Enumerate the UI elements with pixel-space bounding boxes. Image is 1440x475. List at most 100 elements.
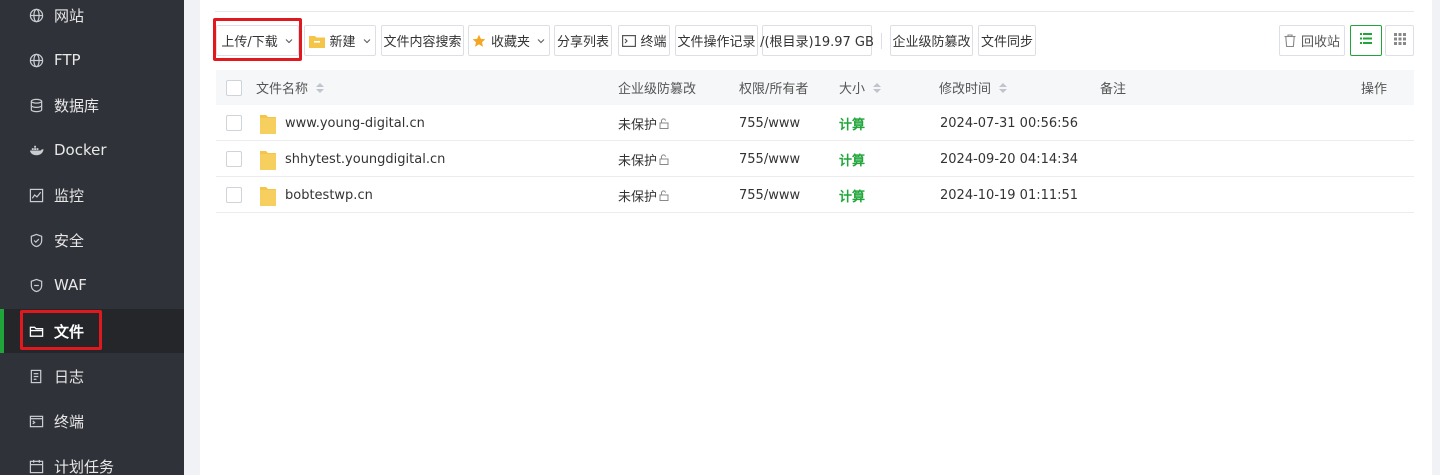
calculate-size-link[interactable]: 计算 (839, 186, 865, 205)
sidebar-item-label: 文件 (54, 322, 85, 341)
table-header: 文件名称 企业级防篡改 权限/所有者 大小 修改时间 备注 操作 (216, 70, 1414, 105)
chevron-down-icon (362, 36, 372, 46)
sidebar-item-monitor[interactable]: 监控 (0, 173, 184, 217)
upload-download-button[interactable]: 上传/下载 (216, 25, 299, 56)
unlock-icon (658, 189, 669, 201)
tamper-status: 未保护 (618, 189, 658, 205)
sort-icon (999, 82, 1008, 93)
column-header-note: 备注 (1100, 70, 1126, 105)
column-header-label: 大小 (839, 82, 866, 97)
favorites-button[interactable]: 收藏夹 (468, 25, 550, 56)
folder-icon (260, 185, 276, 206)
column-header-tamper: 企业级防篡改 (618, 70, 696, 105)
sidebar-item-logs[interactable]: 日志 (0, 354, 184, 398)
upload-download-label: 上传/下载 (221, 35, 278, 50)
globe-icon (28, 7, 44, 23)
select-all-checkbox[interactable] (226, 80, 242, 96)
column-header-label: 操作 (1361, 82, 1388, 97)
grid-view-icon (1393, 32, 1406, 49)
chevron-down-icon (536, 36, 546, 46)
tamper-status-cell[interactable]: 未保护 (618, 177, 669, 213)
terminal-label: 终端 (640, 35, 667, 50)
trash-icon (1284, 34, 1296, 47)
column-header-label: 权限/所有者 (739, 82, 809, 97)
disk-info-button[interactable]: /(根目录)19.97 GB (760, 25, 874, 56)
permission-cell[interactable]: 755/www (739, 177, 800, 213)
size-cell: 计算 (839, 177, 865, 213)
row-checkbox[interactable] (226, 115, 242, 131)
calculate-size-link[interactable]: 计算 (839, 150, 865, 169)
sidebar: 网站 FTP 数据库 Docker 监控 安全 WAF 文件 日志 终端 计划任… (0, 0, 184, 475)
sidebar-item-label: 日志 (54, 367, 85, 386)
operation-log-button[interactable]: 文件操作记录 (675, 25, 758, 56)
mtime-cell: 2024-10-19 01:11:51 (940, 177, 1078, 213)
file-name[interactable]: shhytest.youngdigital.cn (285, 152, 445, 167)
calculate-size-link[interactable]: 计算 (839, 114, 865, 133)
file-name-cell[interactable]: www.young-digital.cn (260, 105, 425, 141)
sidebar-item-label: WAF (54, 276, 87, 294)
tamper-status-cell[interactable]: 未保护 (618, 105, 669, 141)
mtime-value: 2024-07-31 00:56:56 (940, 115, 1079, 131)
file-sync-button[interactable]: 文件同步 (978, 25, 1036, 56)
sidebar-item-docker[interactable]: Docker (0, 128, 184, 172)
mtime-cell: 2024-07-31 00:56:56 (940, 105, 1078, 141)
sidebar-item-ftp[interactable]: FTP (0, 38, 184, 82)
sidebar-item-waf[interactable]: WAF (0, 263, 184, 307)
row-checkbox[interactable] (226, 151, 242, 167)
row-checkbox[interactable] (226, 187, 242, 203)
grid-view-button[interactable] (1385, 25, 1414, 56)
tamper-status-cell[interactable]: 未保护 (618, 141, 669, 177)
file-name-cell[interactable]: bobtestwp.cn (260, 177, 373, 213)
file-manager-panel: 上传/下载 新建 文件内容搜索 收藏夹 分享列表 终端 文件操作记录 /(根目录… (200, 0, 1432, 475)
mtime-value: 2024-09-20 04:14:34 (940, 151, 1079, 167)
share-list-label: 分享列表 (557, 35, 610, 50)
sidebar-item-label: 数据库 (54, 96, 100, 115)
new-button[interactable]: 新建 (304, 25, 376, 56)
calendar-icon (28, 458, 44, 474)
enterprise-tamper-button[interactable]: 企业级防篡改 (890, 25, 973, 56)
recycle-bin-label: 回收站 (1301, 35, 1341, 50)
star-icon (472, 34, 486, 48)
column-header-mtime[interactable]: 修改时间 (939, 70, 1008, 105)
monitor-chart-icon (28, 187, 44, 203)
recycle-bin-button[interactable]: 回收站 (1279, 25, 1345, 56)
list-view-icon (1360, 33, 1372, 48)
sidebar-item-database[interactable]: 数据库 (0, 83, 184, 127)
unlock-icon (658, 117, 669, 129)
sidebar-item-terminal[interactable]: 终端 (0, 399, 184, 443)
new-label: 新建 (329, 35, 356, 50)
docker-icon (28, 142, 44, 158)
sidebar-item-cron[interactable]: 计划任务 (0, 444, 184, 475)
size-cell: 计算 (839, 105, 865, 141)
permission-value: 755/www (739, 151, 801, 167)
sidebar-item-website[interactable]: 网站 (0, 0, 184, 37)
chevron-down-icon (284, 36, 294, 46)
content-search-button[interactable]: 文件内容搜索 (381, 25, 464, 56)
list-view-button[interactable] (1350, 25, 1382, 56)
sidebar-item-files[interactable]: 文件 (0, 309, 184, 353)
sort-icon (316, 82, 325, 93)
size-cell: 计算 (839, 141, 865, 177)
file-name-cell[interactable]: shhytest.youngdigital.cn (260, 141, 445, 177)
permission-cell[interactable]: 755/www (739, 141, 800, 177)
sidebar-item-label: 终端 (54, 412, 85, 431)
column-header-label: 企业级防篡改 (618, 82, 697, 97)
folder-icon (260, 113, 276, 134)
new-folder-icon (308, 34, 325, 48)
column-header-name[interactable]: 文件名称 (256, 70, 325, 105)
table-row[interactable]: www.young-digital.cn 未保护 755/www 计算 2024… (216, 105, 1414, 141)
share-list-button[interactable]: 分享列表 (554, 25, 612, 56)
mtime-value: 2024-10-19 01:11:51 (940, 187, 1079, 203)
table-row[interactable]: bobtestwp.cn 未保护 755/www 计算 2024-10-19 0… (216, 177, 1414, 213)
file-name[interactable]: www.young-digital.cn (285, 116, 425, 131)
column-header-size[interactable]: 大小 (839, 70, 882, 105)
permission-cell[interactable]: 755/www (739, 105, 800, 141)
file-name[interactable]: bobtestwp.cn (285, 188, 373, 203)
terminal-button[interactable]: 终端 (618, 25, 670, 56)
table-row[interactable]: shhytest.youngdigital.cn 未保护 755/www 计算 … (216, 141, 1414, 177)
log-icon (28, 368, 44, 384)
shield-icon (28, 232, 44, 248)
sidebar-item-label: FTP (54, 51, 81, 69)
column-header-label: 文件名称 (256, 82, 309, 97)
sidebar-item-security[interactable]: 安全 (0, 218, 184, 262)
